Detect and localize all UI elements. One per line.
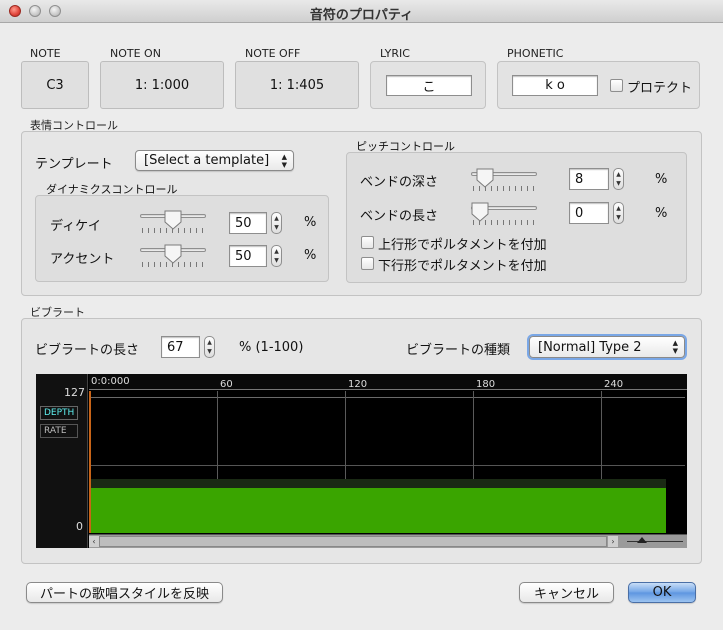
- bend-length-label: ベンドの長さ: [360, 209, 439, 224]
- phonetic-input[interactable]: k o: [512, 75, 598, 96]
- upward-portamento-label: 上行形でポルタメントを付加: [378, 238, 547, 253]
- lyric-input[interactable]: こ: [386, 75, 472, 96]
- note-value: C3: [21, 61, 89, 109]
- x-tick-240: 240: [604, 379, 624, 390]
- lyric-label: LYRIC: [380, 47, 410, 60]
- depth-tab[interactable]: DEPTH: [40, 406, 78, 420]
- decay-slider[interactable]: [140, 210, 206, 236]
- accent-slider-thumb[interactable]: [164, 244, 182, 264]
- vibrato-length-input[interactable]: 67: [161, 336, 200, 358]
- note-on-value: 1: 1:000: [100, 61, 224, 109]
- phonetic-group: k o プロテクト: [497, 61, 700, 109]
- grid-line-mid: [89, 465, 685, 466]
- upward-portamento-checkbox[interactable]: [361, 236, 374, 249]
- cancel-button[interactable]: キャンセル: [519, 582, 614, 603]
- note-off-value: 1: 1:405: [235, 61, 359, 109]
- vibrato-length-unit: % (1-100): [239, 340, 304, 355]
- decay-input[interactable]: 50: [229, 212, 267, 234]
- x-tick-180: 180: [476, 379, 496, 390]
- accent-label: アクセント: [50, 252, 115, 267]
- phonetic-label: PHONETIC: [507, 47, 564, 60]
- x-tick-60: 60: [220, 379, 233, 390]
- zoom-slider-track[interactable]: [627, 541, 683, 542]
- bend-length-stepper[interactable]: ▲ ▼: [613, 202, 624, 224]
- decay-stepper[interactable]: ▲ ▼: [271, 212, 282, 234]
- vibrato-length-label: ビブラートの長さ: [35, 343, 140, 358]
- playhead-marker: [89, 391, 91, 533]
- graph-plot-area[interactable]: [89, 391, 685, 533]
- decay-label: ディケイ: [50, 219, 101, 234]
- accent-stepper[interactable]: ▲ ▼: [271, 245, 282, 267]
- lyric-group: こ: [370, 61, 486, 109]
- protect-checkbox[interactable]: [610, 79, 623, 92]
- vibrato-type-select[interactable]: [Normal] Type 2 ▲ ▼: [529, 336, 685, 358]
- zoom-slider-thumb-icon[interactable]: [637, 537, 647, 543]
- scrollbar-thumb[interactable]: [99, 536, 607, 547]
- y-max-label: 127: [64, 386, 85, 399]
- note-on-label: NOTE ON: [110, 47, 161, 60]
- rate-tab[interactable]: RATE: [40, 424, 78, 438]
- accent-unit: %: [304, 248, 317, 263]
- bend-depth-label: ベンドの深さ: [360, 175, 439, 190]
- title-bar[interactable]: 音符のプロパティ: [0, 0, 723, 23]
- ok-button[interactable]: OK: [628, 582, 696, 603]
- vibrato-type-label: ビブラートの種類: [406, 343, 511, 358]
- apply-part-style-button[interactable]: パートの歌唱スタイルを反映: [26, 582, 223, 603]
- graph-scrollbar[interactable]: ‹ ›: [89, 534, 687, 548]
- select-arrows-icon: ▲ ▼: [672, 339, 678, 355]
- bend-depth-slider[interactable]: [471, 168, 537, 194]
- decay-slider-thumb[interactable]: [164, 210, 182, 230]
- scroll-right-icon[interactable]: ›: [608, 536, 618, 547]
- downward-portamento-checkbox[interactable]: [361, 257, 374, 270]
- note-label: NOTE: [30, 47, 61, 60]
- bend-depth-stepper[interactable]: ▲ ▼: [613, 168, 624, 190]
- vibrato-type-value: [Normal] Type 2: [538, 339, 642, 355]
- vibrato-length-stepper[interactable]: ▲ ▼: [204, 336, 215, 358]
- note-off-label: NOTE OFF: [245, 47, 301, 60]
- downward-portamento-label: 下行形でポルタメントを付加: [378, 259, 547, 274]
- time-ruler: [89, 374, 687, 390]
- accent-input[interactable]: 50: [229, 245, 267, 267]
- accent-slider[interactable]: [140, 244, 206, 270]
- grid-line-top: [89, 397, 685, 398]
- window-title: 音符のプロパティ: [309, 8, 414, 23]
- bend-length-unit: %: [655, 206, 668, 221]
- decay-unit: %: [304, 215, 317, 230]
- vibrato-depth-bar[interactable]: [91, 488, 666, 533]
- scroll-left-icon[interactable]: ‹: [89, 536, 99, 547]
- protect-label: プロテクト: [627, 81, 693, 96]
- vibrato-graph[interactable]: 127 0 DEPTH RATE 0:0:000 60 120 180 240 …: [36, 374, 687, 548]
- bend-length-slider[interactable]: [471, 202, 537, 228]
- bend-depth-input[interactable]: 8: [569, 168, 609, 190]
- template-label: テンプレート: [35, 157, 113, 172]
- x-tick-120: 120: [348, 379, 368, 390]
- x-tick-0: 0:0:000: [91, 376, 130, 387]
- bend-length-input[interactable]: 0: [569, 202, 609, 224]
- bend-depth-slider-thumb[interactable]: [476, 168, 494, 188]
- template-select[interactable]: [Select a template] ▲ ▼: [135, 150, 294, 171]
- select-arrows-icon: ▲ ▼: [281, 153, 287, 169]
- template-select-value: [Select a template]: [144, 153, 270, 168]
- bend-length-slider-thumb[interactable]: [471, 202, 489, 222]
- y-min-label: 0: [76, 520, 83, 533]
- bend-depth-unit: %: [655, 172, 668, 187]
